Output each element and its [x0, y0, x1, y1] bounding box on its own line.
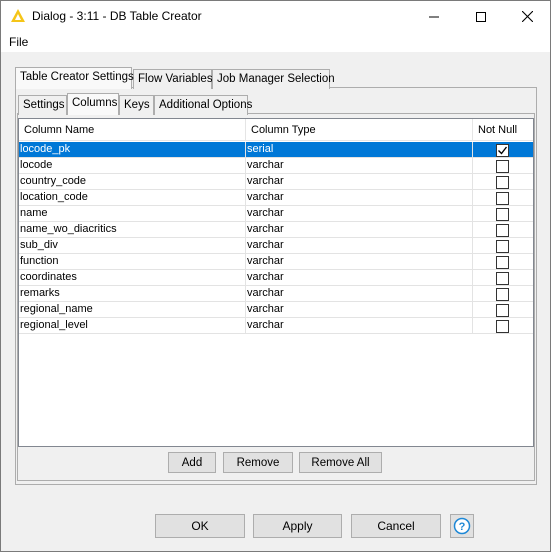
cell-column-name[interactable]: locode: [19, 158, 246, 174]
not-null-checkbox[interactable]: [496, 272, 509, 285]
cell-column-name[interactable]: function: [19, 254, 246, 270]
maximize-button[interactable]: [458, 1, 504, 32]
close-button[interactable]: [504, 1, 550, 32]
not-null-checkbox[interactable]: [496, 288, 509, 301]
tab-columns[interactable]: Columns: [67, 93, 119, 115]
cell-not-null: [473, 302, 533, 318]
cell-not-null: [473, 142, 533, 158]
minimize-button[interactable]: [411, 1, 457, 32]
header-column-name[interactable]: Column Name: [19, 119, 246, 141]
not-null-checkbox[interactable]: [496, 304, 509, 317]
ok-button[interactable]: OK: [155, 514, 245, 538]
not-null-checkbox[interactable]: [496, 160, 509, 173]
cell-not-null: [473, 174, 533, 190]
cell-column-name[interactable]: remarks: [19, 286, 246, 302]
not-null-checkbox[interactable]: [496, 144, 509, 157]
table-row[interactable]: remarks varchar: [19, 286, 533, 302]
cell-not-null: [473, 222, 533, 238]
table-row[interactable]: country_code varchar: [19, 174, 533, 190]
cell-column-name[interactable]: location_code: [19, 190, 246, 206]
table-header: Column Name Column Type Not Null: [19, 119, 533, 141]
table-row[interactable]: locode varchar: [19, 158, 533, 174]
cell-column-name[interactable]: locode_pk: [19, 142, 246, 158]
table-row[interactable]: name varchar: [19, 206, 533, 222]
knime-triangle-icon: [11, 9, 25, 22]
cell-not-null: [473, 318, 533, 334]
header-not-null[interactable]: Not Null: [473, 119, 533, 141]
cell-column-type[interactable]: varchar: [246, 238, 473, 254]
svg-text:?: ?: [459, 521, 466, 533]
not-null-checkbox[interactable]: [496, 320, 509, 333]
not-null-checkbox[interactable]: [496, 208, 509, 221]
cell-not-null: [473, 286, 533, 302]
cell-column-type[interactable]: varchar: [246, 222, 473, 238]
not-null-checkbox[interactable]: [496, 176, 509, 189]
cell-column-type[interactable]: varchar: [246, 318, 473, 334]
tab-keys[interactable]: Keys: [119, 95, 154, 115]
cell-column-type[interactable]: varchar: [246, 158, 473, 174]
table-row[interactable]: function varchar: [19, 254, 533, 270]
cell-column-name[interactable]: regional_name: [19, 302, 246, 318]
cell-column-type[interactable]: varchar: [246, 286, 473, 302]
header-column-type[interactable]: Column Type: [246, 119, 473, 141]
not-null-checkbox[interactable]: [496, 224, 509, 237]
cell-not-null: [473, 158, 533, 174]
not-null-checkbox[interactable]: [496, 192, 509, 205]
title-bar[interactable]: Dialog - 3:11 - DB Table Creator: [1, 1, 550, 32]
remove-button[interactable]: Remove: [223, 452, 293, 473]
apply-button[interactable]: Apply: [253, 514, 342, 538]
cell-column-name[interactable]: name: [19, 206, 246, 222]
table-row[interactable]: coordinates varchar: [19, 270, 533, 286]
cancel-button[interactable]: Cancel: [351, 514, 441, 538]
table-row[interactable]: name_wo_diacritics varchar: [19, 222, 533, 238]
cell-not-null: [473, 270, 533, 286]
dialog-window: Dialog - 3:11 - DB Table Creator File Ta…: [0, 0, 551, 552]
cell-column-name[interactable]: name_wo_diacritics: [19, 222, 246, 238]
cell-column-type[interactable]: varchar: [246, 174, 473, 190]
tab-job-manager-selection[interactable]: Job Manager Selection: [212, 69, 335, 89]
cell-column-type[interactable]: varchar: [246, 206, 473, 222]
cell-column-type[interactable]: varchar: [246, 254, 473, 270]
cell-column-type[interactable]: varchar: [246, 270, 473, 286]
cell-not-null: [473, 190, 533, 206]
menu-file[interactable]: File: [9, 35, 28, 49]
tab-settings[interactable]: Settings: [18, 95, 67, 115]
not-null-checkbox[interactable]: [496, 256, 509, 269]
window-title: Dialog - 3:11 - DB Table Creator: [32, 9, 202, 23]
tab-additional-options[interactable]: Additional Options: [154, 95, 252, 115]
help-icon[interactable]: ?: [450, 514, 474, 538]
remove-all-button[interactable]: Remove All: [299, 452, 382, 473]
cell-column-type[interactable]: varchar: [246, 302, 473, 318]
cell-column-name[interactable]: coordinates: [19, 270, 246, 286]
cell-column-name[interactable]: regional_level: [19, 318, 246, 334]
table-row[interactable]: regional_name varchar: [19, 302, 533, 318]
not-null-checkbox[interactable]: [496, 240, 509, 253]
table-row[interactable]: locode_pk serial: [19, 142, 533, 158]
cell-column-name[interactable]: sub_div: [19, 238, 246, 254]
cell-not-null: [473, 238, 533, 254]
cell-not-null: [473, 206, 533, 222]
checkmark-icon: [498, 146, 508, 155]
table-row[interactable]: regional_level varchar: [19, 318, 533, 334]
cell-column-type[interactable]: serial: [246, 142, 473, 158]
cell-column-name[interactable]: country_code: [19, 174, 246, 190]
cell-column-type[interactable]: varchar: [246, 190, 473, 206]
add-button[interactable]: Add: [168, 452, 216, 473]
columns-table[interactable]: Column Name Column Type Not Null locode_…: [18, 118, 534, 447]
tab-table-creator-settings[interactable]: Table Creator Settings: [15, 67, 134, 89]
tab-flow-variables[interactable]: Flow Variables: [133, 69, 213, 89]
table-row[interactable]: location_code varchar: [19, 190, 533, 206]
cell-not-null: [473, 254, 533, 270]
table-row[interactable]: sub_div varchar: [19, 238, 533, 254]
menu-bar: File: [1, 32, 550, 52]
